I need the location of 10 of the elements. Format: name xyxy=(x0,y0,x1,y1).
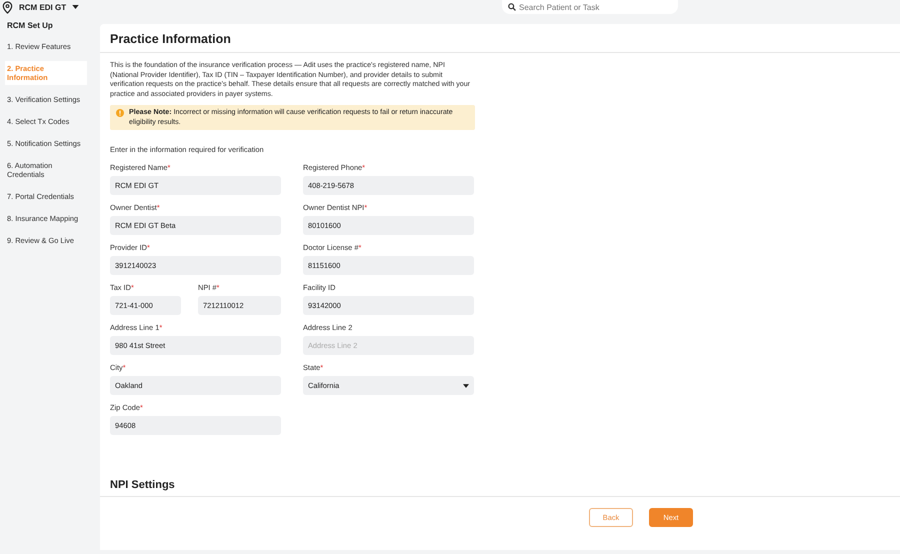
search-field[interactable]: Search Patient or Task xyxy=(502,0,678,14)
search-icon xyxy=(508,3,516,11)
page-title: Practice Information xyxy=(100,24,900,53)
sidebar-title: RCM Set Up xyxy=(6,21,54,30)
info-icon xyxy=(116,109,124,118)
caret-icon[interactable] xyxy=(72,5,80,9)
location-pin-icon xyxy=(2,0,13,14)
section-title: NPI Settings xyxy=(100,479,900,498)
caret-icon xyxy=(463,384,469,388)
location-name[interactable]: RCM EDI GT xyxy=(19,2,66,12)
